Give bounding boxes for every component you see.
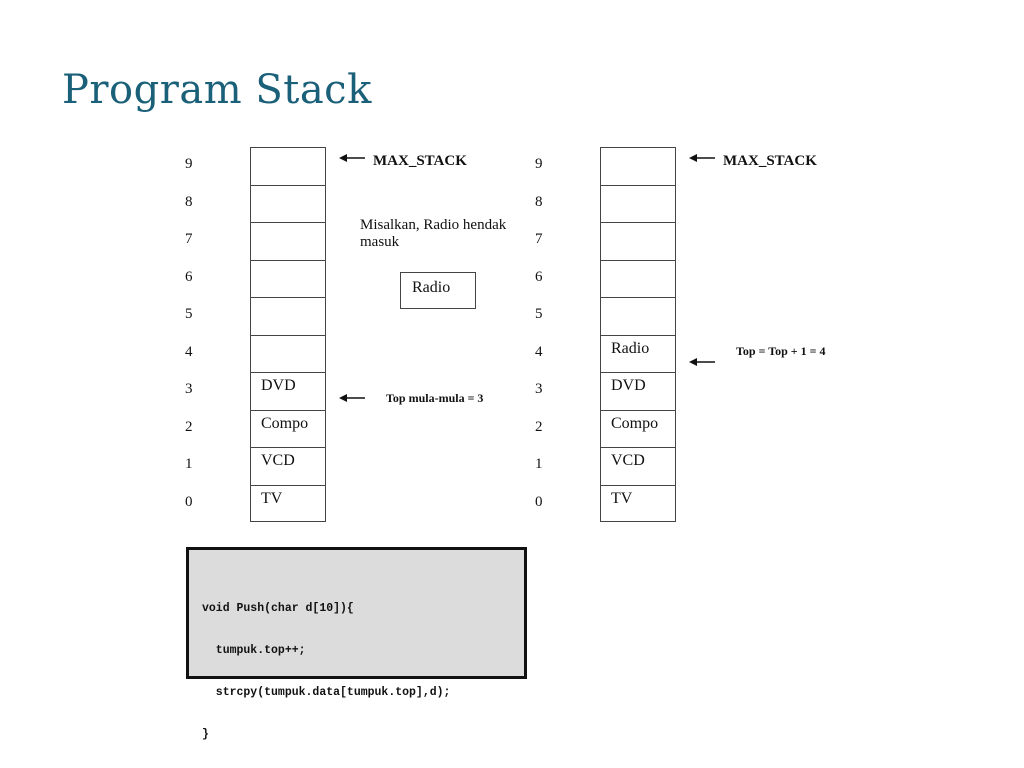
stack-index-label: 5 xyxy=(535,306,543,322)
left-stack: DVD Compo VCD TV xyxy=(250,147,326,522)
stack-cell-9 xyxy=(601,147,675,185)
stack-index-label: 2 xyxy=(185,418,193,435)
code-line: } xyxy=(202,728,209,741)
stack-cell-4: Radio xyxy=(601,334,675,373)
slide-title: Program Stack xyxy=(62,67,372,113)
right-top-label: Top = Top + 1 = 4 xyxy=(736,344,826,358)
code-line: strcpy(tumpuk.data[tumpuk.top],d); xyxy=(202,686,451,699)
stack-index-label: 3 xyxy=(185,381,193,397)
stack-cell-1: VCD xyxy=(601,447,675,485)
left-max-stack-label: MAX_STACK xyxy=(373,153,467,169)
stack-index-label: 1 xyxy=(535,456,543,472)
stack-index-label: 5 xyxy=(185,306,193,322)
stack-index-label: 0 xyxy=(535,493,543,510)
stack-cell-7 xyxy=(251,222,325,260)
right-stack: Radio DVD Compo VCD TV xyxy=(600,147,676,522)
stack-index-label: 6 xyxy=(185,268,193,285)
stack-cell-7 xyxy=(601,222,675,260)
right-max-stack-label: MAX_STACK xyxy=(723,153,817,169)
stack-cell-5 xyxy=(601,297,675,335)
stack-index-label: 7 xyxy=(535,231,543,247)
push-note: Misalkan, Radio hendak masuk xyxy=(360,217,507,250)
stack-index-label: 9 xyxy=(185,156,193,172)
stack-cell-1: VCD xyxy=(251,447,325,485)
left-top-label: Top mula-mula = 3 xyxy=(386,391,484,405)
stack-index-label: 7 xyxy=(185,231,193,247)
stack-cell-8 xyxy=(251,184,325,223)
stack-index-label: 9 xyxy=(535,156,543,172)
stack-cell-6 xyxy=(601,259,675,298)
stack-cell-2: Compo xyxy=(601,409,675,448)
right-top-arrow-icon xyxy=(689,358,715,366)
left-top-arrow-icon xyxy=(339,394,365,402)
code-line: void Push(char d[10]){ xyxy=(202,602,354,615)
stack-cell-5 xyxy=(251,297,325,335)
stack-cell-2: Compo xyxy=(251,409,325,448)
code-line: tumpuk.top++; xyxy=(202,644,306,657)
left-max-arrow-icon xyxy=(339,154,365,162)
stack-cell-0: TV xyxy=(601,484,675,523)
stack-cell-8 xyxy=(601,184,675,223)
stack-index-label: 0 xyxy=(185,493,193,510)
right-max-arrow-icon xyxy=(689,154,715,162)
stack-cell-3: DVD xyxy=(251,372,325,410)
stack-cell-9 xyxy=(251,147,325,185)
stack-index-label: 6 xyxy=(535,268,543,285)
stack-index-label: 4 xyxy=(535,343,543,360)
incoming-item-box: Radio xyxy=(400,272,476,309)
push-code-block: void Push(char d[10]){ tumpuk.top++; str… xyxy=(186,547,527,741)
stack-index-label: 8 xyxy=(185,193,193,210)
stack-index-label: 8 xyxy=(535,193,543,210)
stack-cell-3: DVD xyxy=(601,372,675,410)
stack-index-label: 1 xyxy=(185,456,193,472)
stack-cell-4 xyxy=(251,334,325,373)
stack-index-label: 3 xyxy=(535,381,543,397)
stack-index-label: 4 xyxy=(185,343,193,360)
stack-cell-0: TV xyxy=(251,484,325,523)
stack-cell-6 xyxy=(251,259,325,298)
stack-index-label: 2 xyxy=(535,418,543,435)
